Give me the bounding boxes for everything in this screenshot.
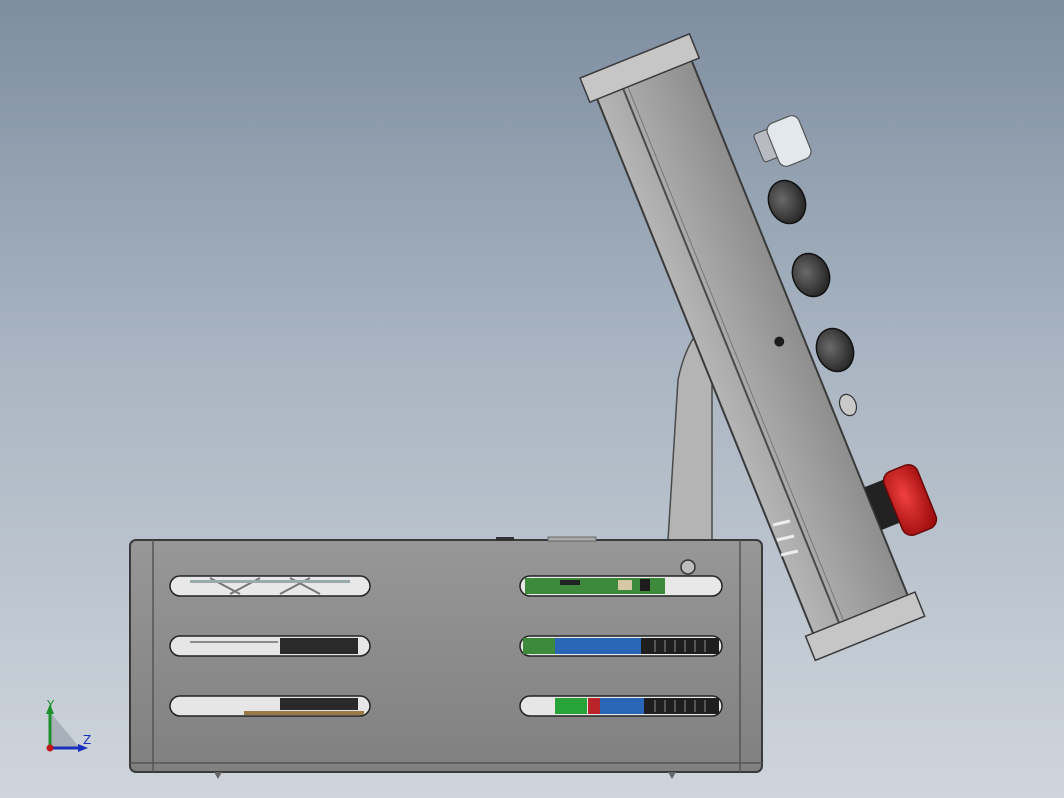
- small-knob[interactable]: [836, 392, 859, 418]
- vent-slot-left-3: [169, 695, 371, 717]
- cad-viewport[interactable]: Y Z: [0, 0, 1064, 798]
- control-enclosure[interactable]: [129, 536, 763, 779]
- black-knob-2[interactable]: [786, 248, 836, 302]
- triad-y-label: Y: [47, 698, 55, 712]
- black-knob-1[interactable]: [762, 175, 812, 229]
- foot-left: [214, 772, 222, 779]
- top-connector: [496, 537, 514, 541]
- white-knob[interactable]: [753, 113, 813, 168]
- screw-hole: [680, 559, 696, 575]
- triad-z-label: Z: [83, 733, 92, 747]
- model-view[interactable]: [0, 0, 1064, 798]
- vent-slot-right-3: [519, 695, 723, 717]
- top-port: [547, 536, 597, 542]
- vent-slot-left-1: [169, 575, 371, 597]
- vent-slot-right-2: [519, 635, 723, 657]
- vent-slot-right-1: [519, 575, 723, 597]
- triad-origin: [46, 744, 54, 752]
- black-knob-3[interactable]: [810, 323, 860, 377]
- foot-right: [668, 772, 676, 779]
- vent-slot-left-2: [169, 635, 371, 657]
